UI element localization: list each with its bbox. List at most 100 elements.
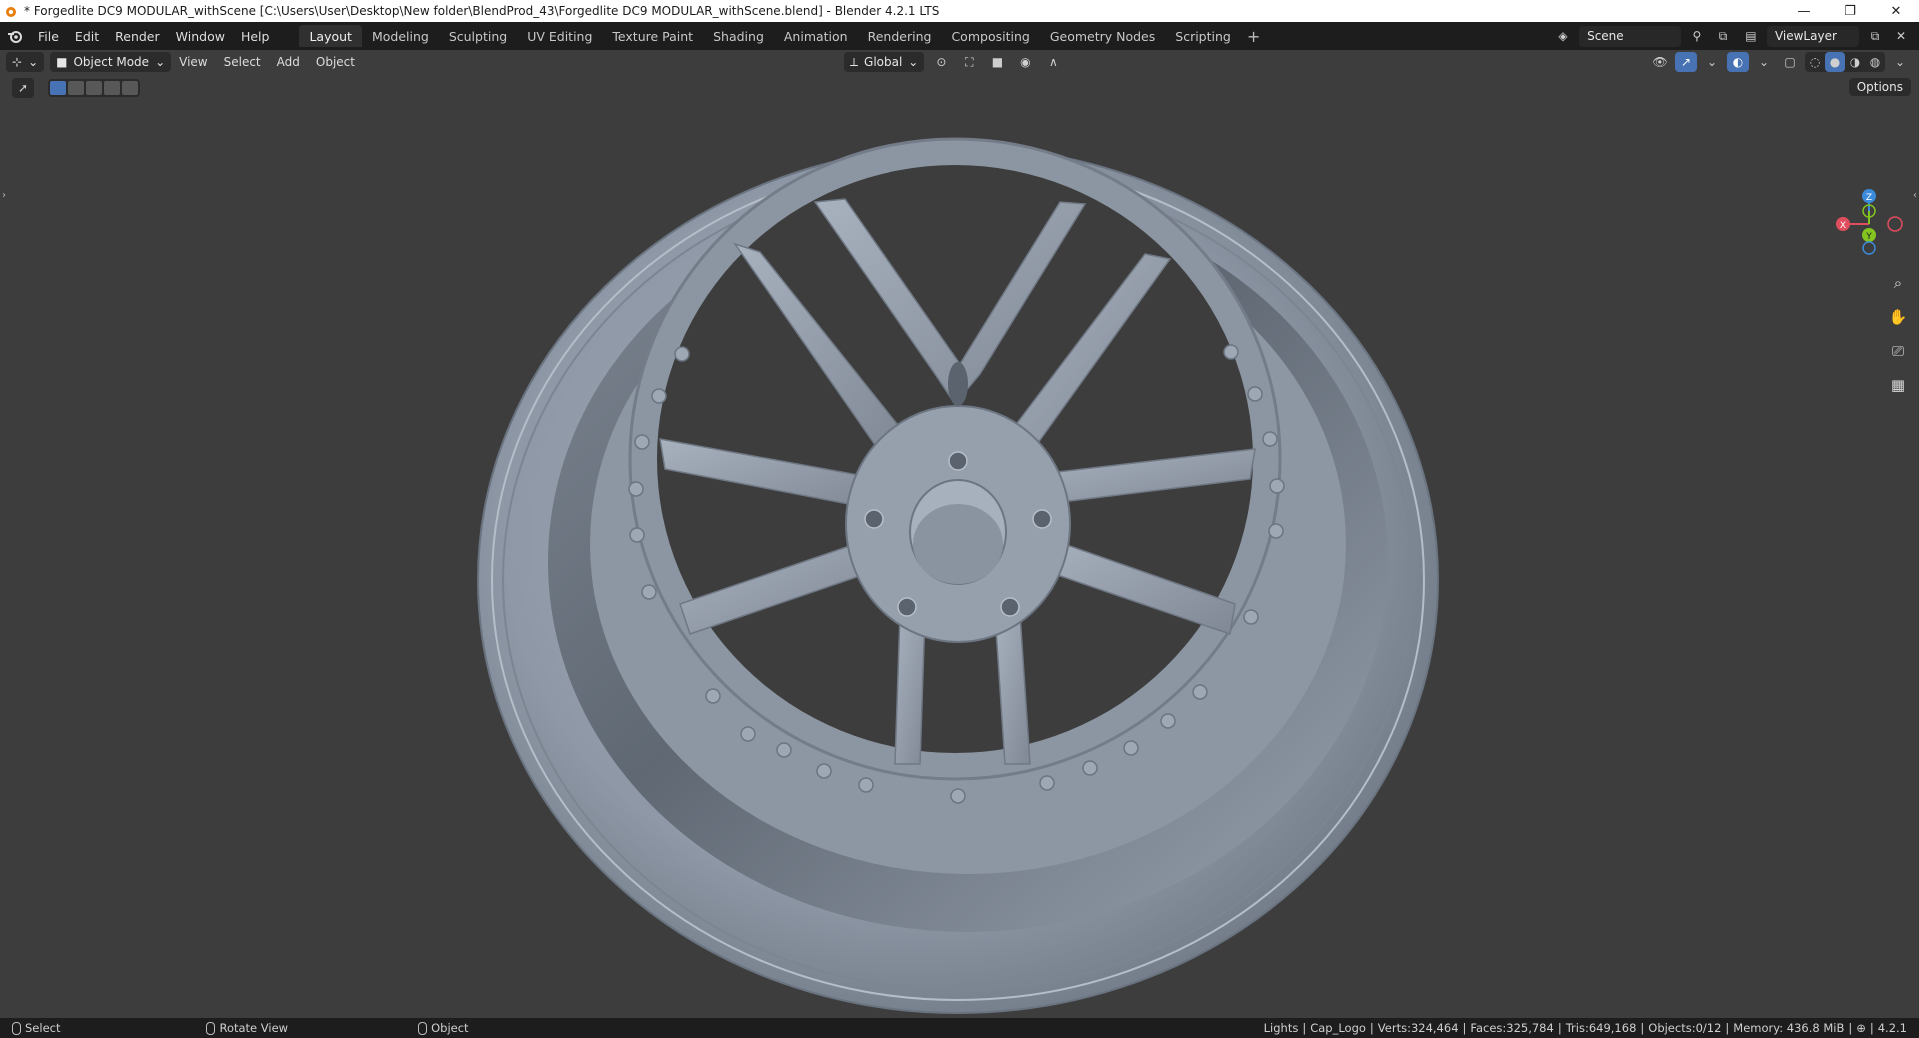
editor-type-icon: ⊹ [12, 55, 23, 69]
perspective-grid-icon[interactable]: ▦ [1885, 372, 1911, 398]
tab-sculpting[interactable]: Sculpting [439, 25, 517, 47]
pan-hand-icon[interactable]: ✋ [1885, 304, 1911, 330]
transform-tools: ⟂ Global ⌄ ⊙ ⛶ ■ ◉ ∧ [838, 52, 1064, 72]
new-view-layer-icon[interactable]: ⧉ [1865, 26, 1885, 46]
gizmo-z-label: Z [1866, 193, 1872, 203]
minimize-button[interactable]: — [1781, 0, 1827, 22]
rendered-shading-icon[interactable]: ◍ [1865, 52, 1885, 72]
mouse-middle-icon [206, 1021, 216, 1035]
stat-version: 4.2.1 [1877, 1021, 1907, 1035]
snap-icon[interactable]: ⛶ [958, 52, 980, 72]
mouse-left-icon [12, 1021, 21, 1035]
overlay-toggle-icon[interactable]: ◐ [1727, 52, 1749, 72]
tab-texture-paint[interactable]: Texture Paint [602, 25, 703, 47]
new-scene-icon[interactable]: ⧉ [1713, 26, 1733, 46]
viewport-menu-add[interactable]: Add [269, 55, 308, 69]
chevron-down-icon[interactable]: ⌄ [1753, 52, 1775, 72]
solid-shading-icon[interactable]: ● [1825, 52, 1845, 72]
tab-scripting[interactable]: Scripting [1165, 25, 1241, 47]
selection-mode-group [48, 79, 140, 97]
menu-file[interactable]: File [30, 22, 67, 50]
tab-animation[interactable]: Animation [774, 25, 858, 47]
object-mode-icon: ■ [56, 55, 68, 69]
falloff-icon[interactable]: ∧ [1042, 52, 1064, 72]
tab-modeling[interactable]: Modeling [362, 25, 439, 47]
zoom-icon[interactable]: ⌕ [1885, 270, 1911, 296]
gizmo-x-label: X [1840, 221, 1846, 231]
viewport-menu-object[interactable]: Object [308, 55, 363, 69]
tab-compositing[interactable]: Compositing [941, 25, 1039, 47]
wheel-model[interactable] [0, 74, 1919, 1018]
tab-rendering[interactable]: Rendering [858, 25, 942, 47]
material-preview-icon[interactable]: ◑ [1845, 52, 1865, 72]
view-layer-selector: ▤ ViewLayer ⧉ ✕ [1741, 25, 1911, 47]
select-intersect-mode-icon[interactable] [122, 81, 138, 95]
menu-edit[interactable]: Edit [67, 22, 107, 50]
viewport-menu-view[interactable]: View [171, 55, 215, 69]
scene-icon[interactable]: ◈ [1553, 26, 1573, 46]
workspace-tabs: Layout Modeling Sculpting UV Editing Tex… [299, 22, 1266, 50]
remove-view-layer-icon[interactable]: ✕ [1891, 26, 1911, 46]
menu-render[interactable]: Render [107, 22, 168, 50]
close-window-button[interactable]: ✕ [1873, 0, 1919, 22]
snap-target-icon[interactable]: ■ [986, 52, 1008, 72]
menu-window[interactable]: Window [168, 22, 233, 50]
gizmo-toggle-icon[interactable]: ↗ [1675, 52, 1697, 72]
select-new-mode-icon[interactable] [50, 81, 66, 95]
pin-icon[interactable]: ⚲ [1687, 26, 1707, 46]
select-subtract-mode-icon[interactable] [86, 81, 102, 95]
tab-shading[interactable]: Shading [703, 25, 774, 47]
camera-view-icon[interactable]: ⎚ [1885, 338, 1911, 364]
globe-icon: ⊕ [1856, 1021, 1866, 1035]
orientation-icon: ⟂ [850, 54, 859, 69]
orientation-dropdown[interactable]: ⟂ Global ⌄ [844, 52, 925, 72]
blender-logo-icon[interactable] [0, 22, 30, 50]
add-workspace-button[interactable]: + [1241, 27, 1266, 46]
visibility-icon[interactable]: 👁 [1649, 52, 1671, 72]
object-mode-dropdown[interactable]: ■ Object Mode ⌄ [50, 52, 172, 72]
status-hint-object: Object [418, 1021, 469, 1035]
chevron-down-icon[interactable]: ⌄ [1701, 52, 1723, 72]
editor-type-dropdown[interactable]: ⊹ ⌄ [6, 52, 45, 72]
scene-name-field[interactable]: Scene [1579, 25, 1681, 47]
viewport-display-tools: 👁 ↗ ⌄ ◐ ⌄ ▢ ◌ ● ◑ ◍ ⌄ [1649, 52, 1911, 72]
tab-layout[interactable]: Layout [299, 25, 362, 47]
status-hint-select: Select [12, 1021, 60, 1035]
status-bar: Select Rotate View Object Lights | Cap_Lo… [0, 1018, 1919, 1038]
scene-statistics: Lights | Cap_Logo | Verts:324,464 | Faces:3… [1263, 1021, 1907, 1035]
viewport-menu-select[interactable]: Select [216, 55, 269, 69]
menu-help[interactable]: Help [233, 22, 278, 50]
view-layer-icon[interactable]: ▤ [1741, 26, 1761, 46]
toolbar-expand-icon[interactable]: › [2, 190, 6, 201]
viewport-header: ⊹ ⌄ ■ Object Mode ⌄ View Select Add Objec… [0, 50, 1919, 74]
navigation-buttons: ⌕ ✋ ⎚ ▦ [1885, 270, 1911, 398]
3d-viewport[interactable]: › ‹ Z X Y ⌕ ✋ ⎚ ▦ [0, 74, 1919, 1018]
options-dropdown[interactable]: Options [1848, 78, 1911, 96]
select-invert-mode-icon[interactable] [104, 81, 120, 95]
stat-collection: Lights [1263, 1021, 1299, 1035]
view-layer-name-field[interactable]: ViewLayer [1766, 25, 1860, 47]
proportional-edit-icon[interactable]: ◉ [1014, 52, 1036, 72]
status-hint-label: Select [25, 1021, 61, 1035]
status-hint-label: Rotate View [219, 1021, 289, 1035]
chevron-down-icon[interactable]: ⌄ [1889, 52, 1911, 72]
select-tool-icon[interactable]: ➚ [12, 78, 34, 98]
orientation-label: Global [864, 55, 903, 69]
chevron-down-icon: ⌄ [155, 55, 166, 69]
pivot-point-icon[interactable]: ⊙ [930, 52, 952, 72]
window-titlebar: * Forgedlite DC9 MODULAR_withScene [C:\U… [0, 0, 1919, 22]
tab-geometry-nodes[interactable]: Geometry Nodes [1040, 25, 1165, 47]
select-extend-mode-icon[interactable] [68, 81, 84, 95]
blender-app-icon [0, 0, 22, 22]
object-mode-label: Object Mode [73, 55, 150, 69]
xray-toggle-icon[interactable]: ▢ [1779, 52, 1801, 72]
chevron-down-icon: ⌄ [908, 55, 919, 69]
navigation-gizmo[interactable]: Z X Y [1819, 184, 1919, 264]
stat-tris: Tris:649,168 [1565, 1021, 1637, 1035]
maximize-button[interactable]: ❐ [1827, 0, 1873, 22]
stat-memory: Memory: 436.8 MiB [1733, 1021, 1845, 1035]
tab-uv-editing[interactable]: UV Editing [517, 25, 602, 47]
wireframe-shading-icon[interactable]: ◌ [1805, 52, 1825, 72]
stat-active-object: Cap_Logo [1310, 1021, 1366, 1035]
stat-faces: Faces:325,784 [1470, 1021, 1554, 1035]
